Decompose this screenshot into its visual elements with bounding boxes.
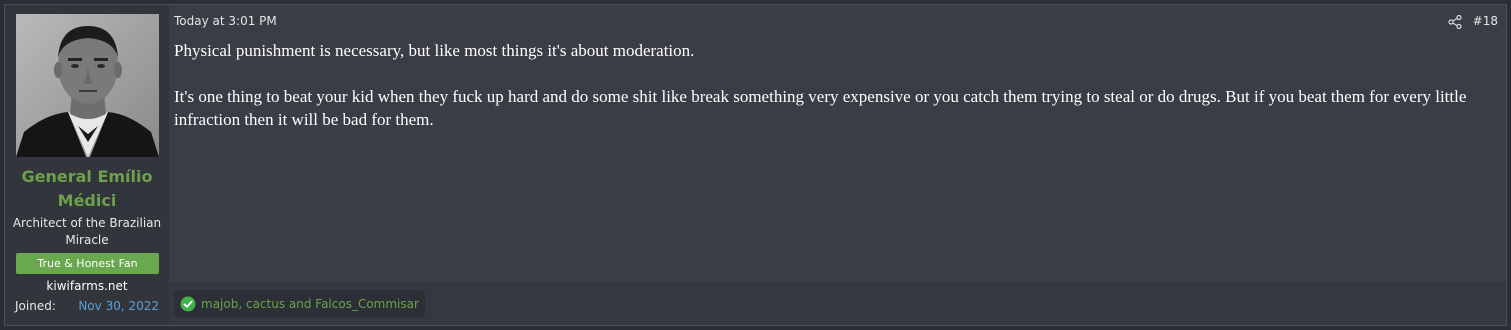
message-paragraph: Physical punishment is necessary, but li… — [174, 41, 695, 60]
user-banner-badge: True & Honest Fan — [16, 253, 159, 274]
reactions-summary[interactable]: majob, cactus and Falcos_Commisar — [174, 290, 425, 317]
share-icon[interactable] — [1448, 14, 1462, 30]
message-body: Physical punishment is necessary, but li… — [174, 39, 1494, 131]
user-avatar[interactable] — [16, 14, 159, 157]
user-site-label: kiwifarms.net — [46, 279, 128, 293]
post-number-link[interactable]: #18 — [1473, 13, 1498, 29]
message-paragraph: It's one thing to beat your kid when the… — [174, 87, 1467, 129]
joined-label: Joined: — [15, 299, 56, 313]
forum-post: General Emílio Médici Architect of the B… — [4, 4, 1507, 326]
joined-date: Nov 30, 2022 — [78, 299, 159, 313]
user-title: Architect of the Brazilian Miracle — [12, 216, 162, 247]
post-timestamp-link[interactable]: Today at 3:01 PM — [174, 13, 277, 29]
avatar-portrait-image — [16, 14, 159, 157]
check-circle-icon — [180, 296, 196, 311]
reaction-users-link[interactable]: majob, cactus and Falcos_Commisar — [201, 296, 419, 312]
username[interactable]: General Emílio Médici — [5, 165, 169, 213]
reaction-bar: majob, cactus and Falcos_Commisar — [169, 282, 1506, 325]
user-info-panel: General Emílio Médici Architect of the B… — [5, 5, 169, 325]
